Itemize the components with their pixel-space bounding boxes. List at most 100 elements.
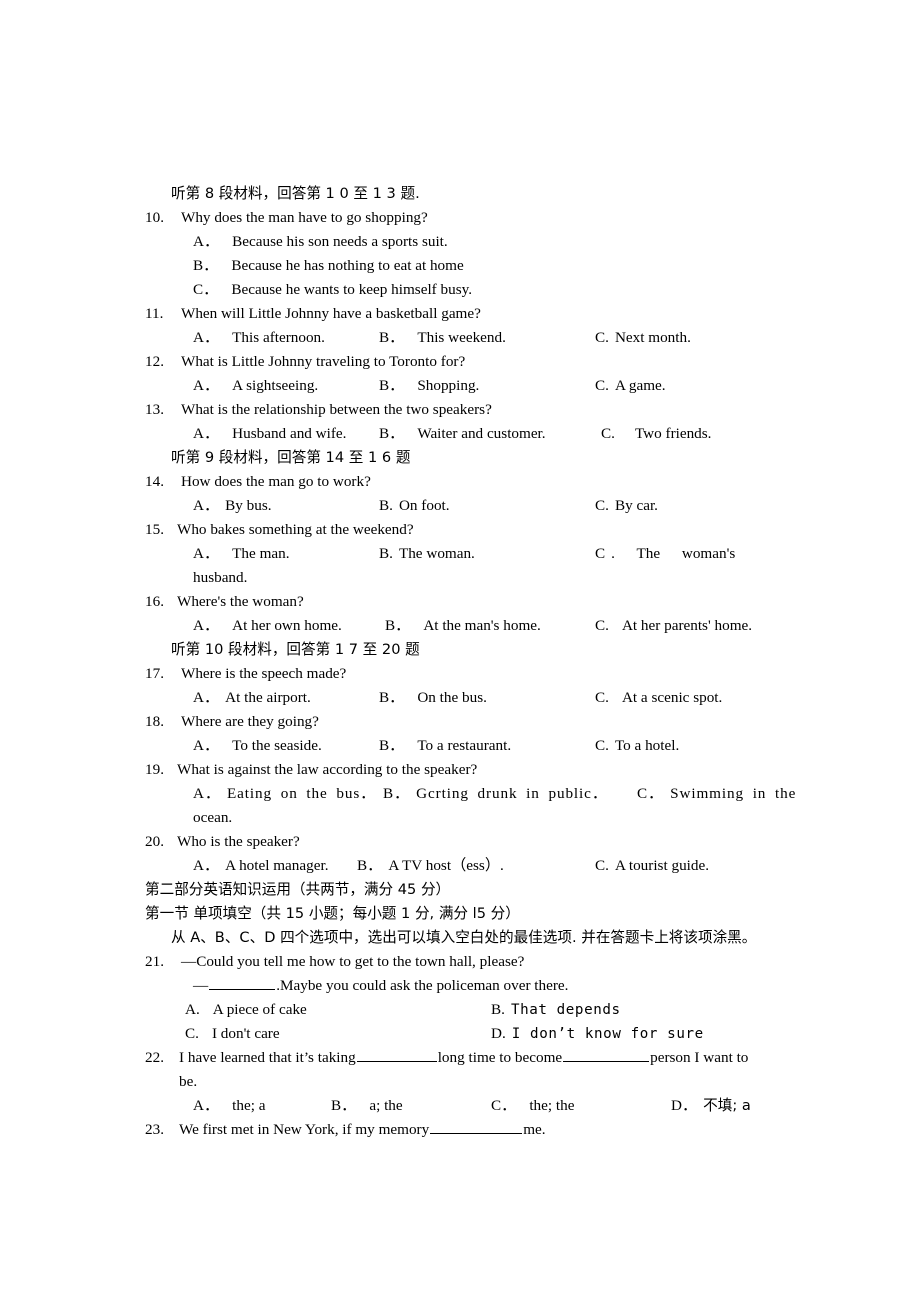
option-b[interactable]: B． On the bus. [379,686,487,710]
option-b[interactable]: B． A TV host（ess）. [357,854,504,878]
option-c[interactable]: C. I don't care [185,1022,280,1046]
question-16-options: A． At her own home. B． At the man's home. … [145,614,783,638]
option-letter: A． [193,737,220,754]
option-text: Because he has nothing to eat at home [231,257,464,274]
option-text: That depends [510,1002,621,1018]
option-text: . The woman's [611,545,736,562]
option-c[interactable]: C. To a hotel. [595,734,679,758]
option-c[interactable]: C. A game. [595,374,666,398]
option-text: The woman. [398,545,475,562]
option-letter: A． [193,689,220,706]
option-d[interactable]: D. I don’t know for sure [491,1022,704,1046]
option-a[interactable]: A． A sightseeing. [193,374,318,398]
question-stem: What is Little Johnny traveling to Toron… [181,353,466,370]
question-18: 18. Where are they going? [145,710,783,734]
option-letter: A． [193,857,220,874]
option-d[interactable]: D． 不填; a [671,1094,751,1118]
option-b[interactable]: B． Gcrting drunk in public． [383,782,608,806]
option-c[interactable]: C. Two friends. [601,422,711,446]
option-b[interactable]: B. On foot. [379,494,450,518]
option-c[interactable]: C. A tourist guide. [595,854,709,878]
question-number: 11. [145,305,164,322]
option-letter: D. [491,1025,506,1042]
option-c[interactable]: C. At a scenic spot. [595,686,722,710]
option-b[interactable]: B． Shopping. [379,374,479,398]
exam-page: 听第 8 段材料，回答第 1 0 至 1 3 题. 10. Why does t… [0,0,920,1302]
answer-blank-2[interactable] [563,1047,650,1062]
option-b[interactable]: B． At the man's home. [385,614,541,638]
option-letter: B． [331,1097,357,1114]
option-text: By bus. [225,497,272,514]
question-17-options: A． At the airport. B． On the bus. C. At a s… [145,686,783,710]
option-text: To the seaside. [232,737,322,754]
exam-content: 听第 8 段材料，回答第 1 0 至 1 3 题. 10. Why does t… [145,182,795,1142]
option-c[interactable]: C． Swimming in the [637,782,796,806]
option-c[interactable]: C． the; the [491,1094,574,1118]
option-a[interactable]: A． The man. [193,542,290,566]
option-text: A sightseeing. [232,377,319,394]
option-text: At the man's home. [423,617,541,634]
option-letter: A． [193,785,221,802]
option-text: A tourist guide. [614,857,710,874]
option-c[interactable]: C. Next month. [595,326,691,350]
option-text: Husband and wife. [232,425,347,442]
option-text: Gcrting drunk in public． [416,785,608,802]
listening-heading-9: 听第 9 段材料，回答第 14 至 1 6 题 [171,449,411,466]
answer-blank[interactable] [430,1119,523,1134]
question-stem: When will Little Johnny have a basketbal… [181,305,481,322]
option-letter: B． [357,857,383,874]
option[interactable]: C． Because he wants to keep himself busy. [193,278,472,302]
answer-blank-1[interactable] [356,1047,437,1062]
option-b[interactable]: B. The woman. [379,542,475,566]
option-a[interactable]: A． At the airport. [193,686,311,710]
option-letter: C. [595,689,609,706]
option[interactable]: A． Because his son needs a sports suit. [193,230,448,254]
option-letter: A. [185,1001,200,1018]
question-11-options: A． This afternoon. B． This weekend. C. Next… [145,326,783,350]
option-c[interactable]: C. At her parents' home. [595,614,752,638]
option-text: Waiter and customer. [417,425,546,442]
option-a[interactable]: A． Husband and wife. [193,422,346,446]
option-letter: C. [185,1025,199,1042]
option-letter: C [595,545,606,562]
option-a[interactable]: A． A hotel manager. [193,854,329,878]
question-number: 22. [145,1049,164,1066]
option-b[interactable]: B． To a restaurant. [379,734,511,758]
question-10-option-c: C． Because he wants to keep himself busy. [145,278,783,302]
option-a[interactable]: A． This afternoon. [193,326,325,350]
question-number: 15. [145,521,164,538]
option[interactable]: B． Because he has nothing to eat at home [193,254,464,278]
option-text: This afternoon. [232,329,325,346]
option-a[interactable]: A． By bus. [193,494,272,518]
option-letter: C. [595,329,609,346]
option-b[interactable]: B． Waiter and customer. [379,422,546,446]
question-stem: Who bakes something at the weekend? [177,521,414,538]
option-text: I don't care [211,1025,280,1042]
answer-blank[interactable] [209,975,276,990]
option-text: the; a [232,1097,266,1114]
option-c[interactable]: C. By car. [595,494,658,518]
option-a[interactable]: A． the; a [193,1094,265,1118]
question-number: 13. [145,401,164,418]
option-letter: A． [193,497,220,514]
question-20-options: A． A hotel manager. B． A TV host（ess）. C. A… [145,854,783,878]
question-15-options: A． The man. B. The woman. C . The woman's [145,542,783,566]
option-a[interactable]: A． Eating on the bus． [193,782,376,806]
option-c[interactable]: C . The woman's [595,542,735,566]
stem-tail: .Maybe you could ask the policeman over … [276,977,569,994]
option-b[interactable]: B． a; the [331,1094,403,1118]
option-a[interactable]: A． To the seaside. [193,734,322,758]
option-b[interactable]: B． This weekend. [379,326,506,350]
option-text: The man. [232,545,290,562]
option-text: To a hotel. [614,737,680,754]
section-one-heading: 第一节 单项填空（共 15 小题；每小题 1 分, 满分 l5 分） [145,905,520,922]
option-b[interactable]: B. That depends [491,998,621,1022]
option-a[interactable]: A． At her own home. [193,614,342,638]
question-10: 10. Why does the man have to go shopping… [145,206,783,230]
option-a[interactable]: A. A piece of cake [185,998,307,1022]
listening-heading-10: 听第 10 段材料，回答第 1 7 至 20 题 [171,641,420,658]
part-two-heading: 第二部分英语知识运用（共两节，满分 45 分） [145,881,451,898]
question-number: 23. [145,1121,164,1138]
option-letter: C. [595,617,609,634]
question-22-options: A． the; a B． a; the C． the; the D． 不填; a [145,1094,783,1118]
